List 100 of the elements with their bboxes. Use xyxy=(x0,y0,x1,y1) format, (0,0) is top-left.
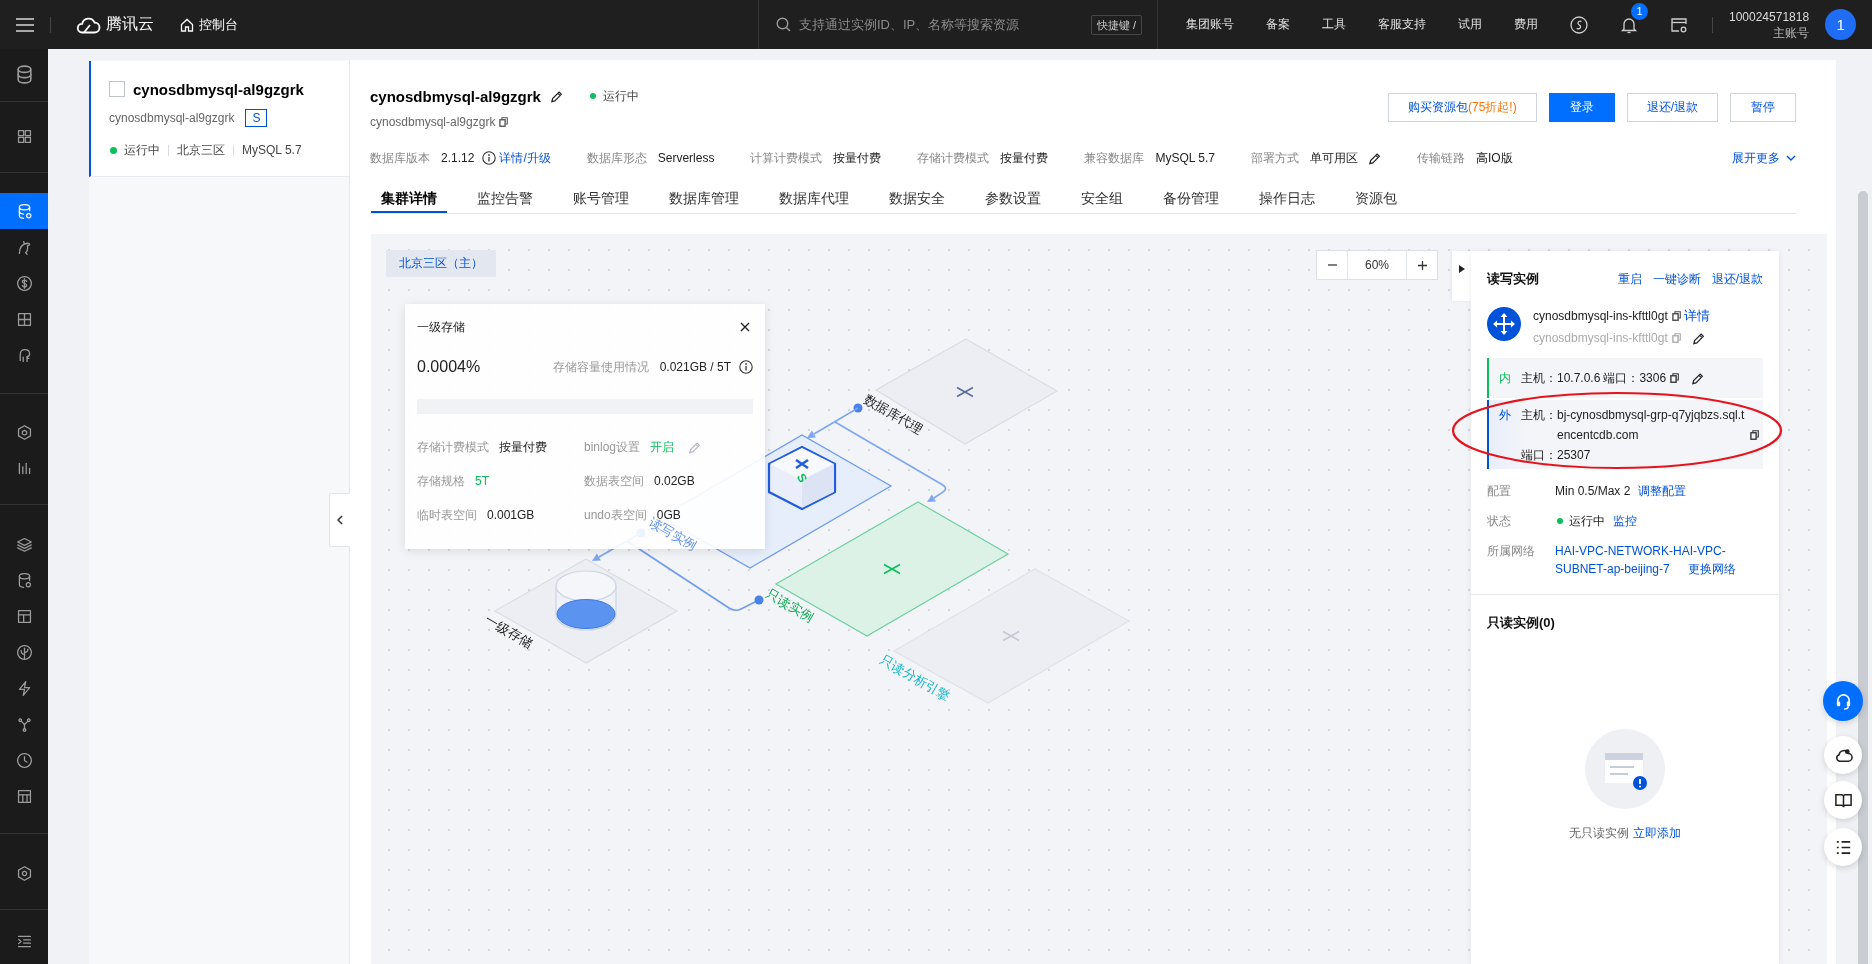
ro-instance-label: 只读实例 xyxy=(763,585,817,625)
tab[interactable]: 数据库管理 xyxy=(659,180,749,213)
host-value: 10.7.0.6 xyxy=(1557,371,1601,385)
spec-value: 单可用区 xyxy=(1310,149,1358,167)
spec-value: Serverless xyxy=(657,151,715,165)
status-text: 运行中 xyxy=(124,141,160,159)
account-id[interactable]: 100024571818 xyxy=(1729,8,1810,25)
instance-title: cynosdbmysql-al9gzgrk xyxy=(370,87,541,105)
spec-label: 兼容数据库 xyxy=(1084,149,1145,167)
region-tag[interactable]: 北京三区（主） xyxy=(386,250,496,277)
storage-label: 数据表空间 xyxy=(584,472,644,490)
host-label: 主机： xyxy=(1521,369,1557,387)
detail-link[interactable]: 详情 xyxy=(1683,307,1710,325)
cube-icon xyxy=(767,445,837,511)
action-link[interactable]: 一键诊断 xyxy=(1652,270,1701,288)
tab[interactable]: 数据安全 xyxy=(879,180,955,213)
field-label: 状态 xyxy=(1487,513,1512,530)
tab[interactable]: 集群详情 xyxy=(371,180,447,213)
tab[interactable]: 安全组 xyxy=(1071,180,1133,213)
chevron-left-icon xyxy=(337,515,343,525)
copy-icon[interactable] xyxy=(1671,311,1681,321)
field-link[interactable]: 监控 xyxy=(1613,512,1637,530)
action-link[interactable]: 重启 xyxy=(1617,270,1642,288)
brand-link[interactable]: 腾讯云 xyxy=(75,14,154,35)
tab[interactable]: 账号管理 xyxy=(563,180,639,213)
promo-button[interactable]: 购买资源包(75折起!) xyxy=(1387,93,1537,122)
cross-icon xyxy=(883,563,901,575)
port-label: 端口： xyxy=(1521,448,1557,462)
minus-icon xyxy=(1327,264,1337,266)
search-input[interactable]: 支持通过实例ID、IP、名称等搜索资源 xyxy=(799,14,1091,35)
engine-version: MySQL 5.7 xyxy=(242,143,302,157)
action-button[interactable]: 退还/退款 xyxy=(1626,93,1718,122)
spec-value: MySQL 5.7 xyxy=(1155,151,1215,165)
pencil-icon[interactable] xyxy=(1368,151,1381,165)
tab[interactable]: 资源包 xyxy=(1345,180,1407,213)
pencil-icon[interactable] xyxy=(1691,371,1705,385)
pencil-icon[interactable] xyxy=(549,89,563,103)
usage-percent: 0.0004% xyxy=(417,358,481,376)
copy-icon[interactable] xyxy=(499,117,509,127)
primary-button[interactable]: 登录 xyxy=(1548,93,1615,122)
upgrade-link[interactable]: 详情/升级 xyxy=(499,149,551,167)
console-link[interactable]: 控制台 xyxy=(180,15,238,34)
window-gear-icon[interactable] xyxy=(1670,15,1688,34)
storage-value: 5T xyxy=(475,474,489,488)
instance-card[interactable]: cynosdbmysql-al9gzgrk cynosdbmysql-al9gzgrk S 运行中 北京三区 MySQL 5.7 xyxy=(89,61,349,177)
panel-toggle-button[interactable] xyxy=(1452,251,1471,301)
nav-link[interactable]: 工具 xyxy=(1322,16,1346,33)
copy-icon[interactable] xyxy=(1750,430,1759,440)
checkbox[interactable] xyxy=(109,81,125,97)
tab[interactable]: 参数设置 xyxy=(975,180,1051,213)
spec-value: 2.1.12 xyxy=(441,151,475,165)
nav-link[interactable]: 集团账号 xyxy=(1186,16,1234,33)
nav-link[interactable]: 客服支持 xyxy=(1378,16,1426,33)
menu-icon xyxy=(16,17,34,32)
storage-value: 开启 xyxy=(650,438,675,456)
tab[interactable]: 操作日志 xyxy=(1249,180,1325,213)
info-icon[interactable] xyxy=(482,151,497,165)
storage-label: 临时表空间 xyxy=(417,506,477,524)
field-link[interactable]: 调整配置 xyxy=(1638,482,1687,500)
storage-value: 按量付费 xyxy=(499,438,547,456)
network-value[interactable]: HAI-VPC-NETWORK-HAI-VPC-SUBNET-ap-beijing-7 更换网络 xyxy=(1555,542,1755,578)
columns-icon xyxy=(15,787,33,805)
usage-value: 0.021GB / 5T xyxy=(659,360,731,374)
storage-label: 一级存储 xyxy=(482,611,536,651)
copy-icon[interactable] xyxy=(1670,373,1680,383)
expand-link[interactable]: 展开更多 xyxy=(1732,149,1796,167)
spec-label: 存储计费模式 xyxy=(917,149,990,167)
close-icon[interactable] xyxy=(740,322,750,332)
scrollbar-thumb[interactable] xyxy=(1858,191,1868,964)
cube-label: S xyxy=(793,471,811,485)
instance-name[interactable]: cynosdbmysql-al9gzgrk xyxy=(133,80,304,98)
nav-link[interactable]: 备案 xyxy=(1266,16,1290,33)
sidebar-button[interactable] xyxy=(0,193,48,229)
tab[interactable]: 备份管理 xyxy=(1153,180,1229,213)
port-label: 端口： xyxy=(1603,369,1640,387)
panel-title: 读写实例 xyxy=(1487,270,1539,288)
pencil-icon[interactable] xyxy=(1691,331,1705,345)
tab[interactable]: 数据库代理 xyxy=(769,180,859,213)
empty-document-icon xyxy=(1585,729,1665,809)
avatar[interactable]: 1 xyxy=(1825,9,1857,40)
storage-label: undo表空间 xyxy=(584,506,647,524)
spec-label: 数据库形态 xyxy=(586,149,647,167)
storage-label: binlog设置 xyxy=(584,438,641,456)
status-dot-icon xyxy=(589,93,596,99)
tab[interactable]: 监控告警 xyxy=(467,180,543,213)
swirl-icon[interactable] xyxy=(1570,15,1588,34)
action-link[interactable]: 退还/退款 xyxy=(1711,270,1763,288)
add-link[interactable]: 立即添加 xyxy=(1633,824,1681,842)
notification-badge: 1 xyxy=(1631,2,1648,20)
storage-value: 0.001GB xyxy=(487,508,535,522)
spec-value: 按量付费 xyxy=(833,149,882,167)
nav-link[interactable]: 试用 xyxy=(1458,16,1482,33)
empty-text: 无只读实例 xyxy=(1569,825,1629,842)
info-icon[interactable] xyxy=(739,360,753,374)
bell-icon[interactable] xyxy=(1620,15,1638,34)
nav-link[interactable]: 费用 xyxy=(1514,16,1538,33)
action-button[interactable]: 暂停 xyxy=(1730,93,1796,122)
field-link[interactable]: 更换网络 xyxy=(1687,562,1736,576)
popup-title: 一级存储 xyxy=(417,318,465,336)
shortcut-hint: 快捷键 / xyxy=(1090,14,1142,35)
